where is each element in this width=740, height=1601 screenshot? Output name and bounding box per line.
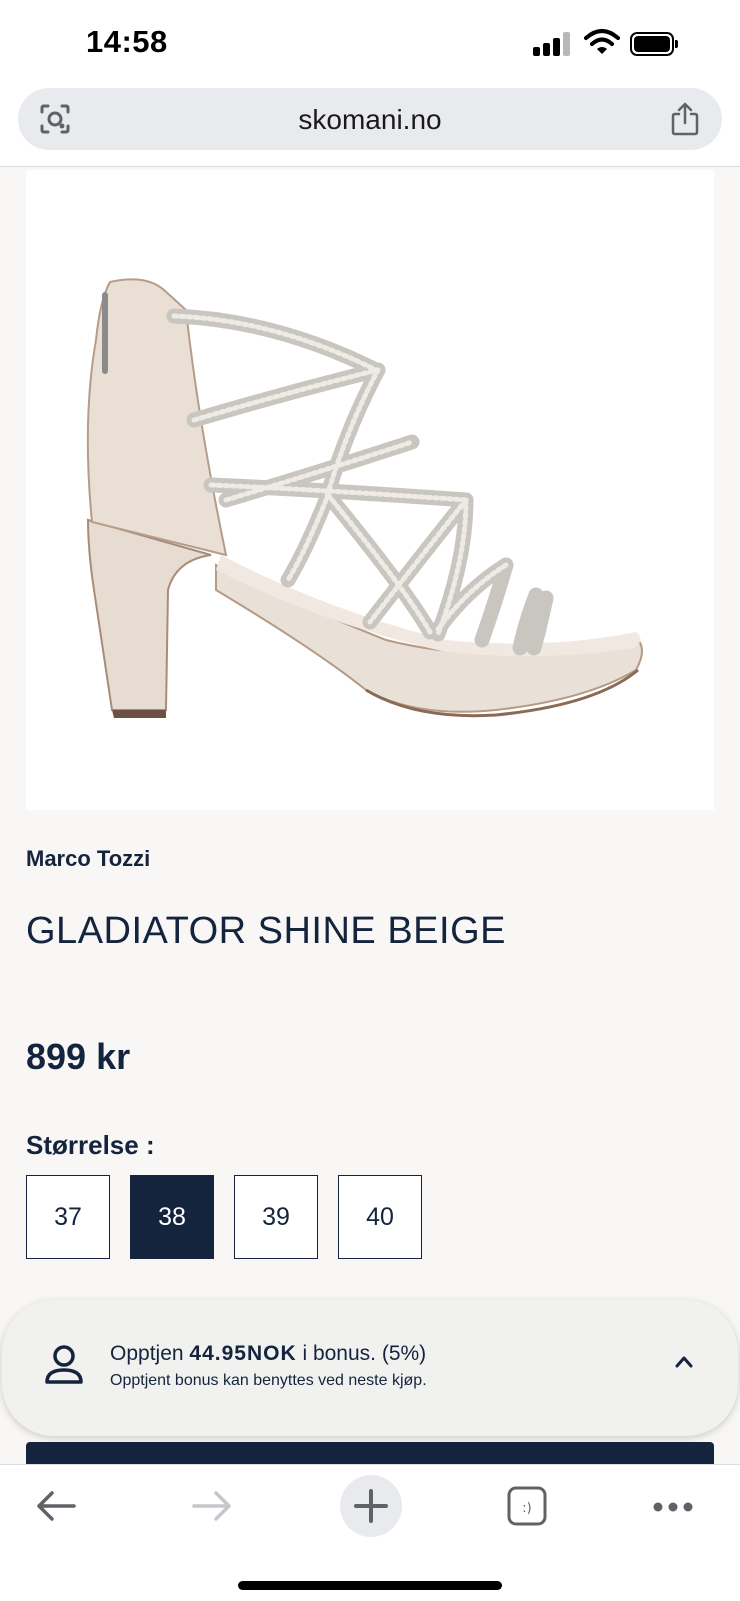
plus-icon — [354, 1489, 388, 1523]
size-label: Størrelse : — [26, 1130, 155, 1160]
status-time: 14:58 — [86, 24, 168, 59]
user-icon — [45, 1345, 83, 1384]
wifi-icon — [584, 29, 620, 54]
address-bar[interactable]: skomani.no — [18, 88, 722, 150]
new-tab-button[interactable] — [340, 1475, 402, 1537]
product-title: GLADIATOR SHINE BEIGE — [26, 910, 506, 952]
add-to-cart-button[interactable] — [26, 1442, 714, 1464]
size-option-39[interactable]: 39 — [234, 1175, 318, 1259]
share-icon[interactable] — [668, 101, 702, 137]
product-price: 899 kr — [26, 1036, 131, 1077]
bonus-suffix: i bonus. (5%) — [296, 1342, 427, 1365]
bonus-panel[interactable]: Opptjen 44.95NOK i bonus. (5%) Opptjent … — [2, 1300, 738, 1436]
product-image[interactable] — [26, 170, 714, 810]
product-brand[interactable]: Marco Tozzi — [26, 846, 150, 872]
back-arrow-icon[interactable] — [34, 1489, 78, 1523]
bonus-note: Opptjent bonus kan benyttes ved neste kj… — [110, 1372, 427, 1389]
home-indicator[interactable] — [238, 1581, 502, 1590]
forward-arrow-icon[interactable] — [190, 1489, 234, 1523]
size-option-40[interactable]: 40 — [338, 1175, 422, 1259]
browser-address-area: skomani.no — [0, 80, 740, 167]
battery-icon — [630, 32, 678, 56]
sandal-illustration — [86, 278, 643, 718]
browser-toolbar: :) — [0, 1464, 740, 1601]
size-option-38[interactable]: 38 — [130, 1175, 214, 1259]
status-bar: 14:58 — [0, 0, 740, 80]
size-option-37[interactable]: 37 — [26, 1175, 110, 1259]
chevron-up-icon[interactable] — [674, 1352, 694, 1372]
tabs-icon[interactable]: :) — [506, 1485, 548, 1527]
svg-text::): :) — [522, 1501, 531, 1516]
bonus-earn-text: Opptjen 44.95NOK i bonus. (5%) — [110, 1342, 426, 1366]
bonus-amount: 44.95NOK — [189, 1342, 297, 1365]
cellular-signal-icon — [533, 32, 573, 56]
more-icon[interactable] — [652, 1501, 694, 1513]
url-text[interactable]: skomani.no — [18, 104, 722, 136]
bonus-prefix: Opptjen — [110, 1342, 190, 1365]
